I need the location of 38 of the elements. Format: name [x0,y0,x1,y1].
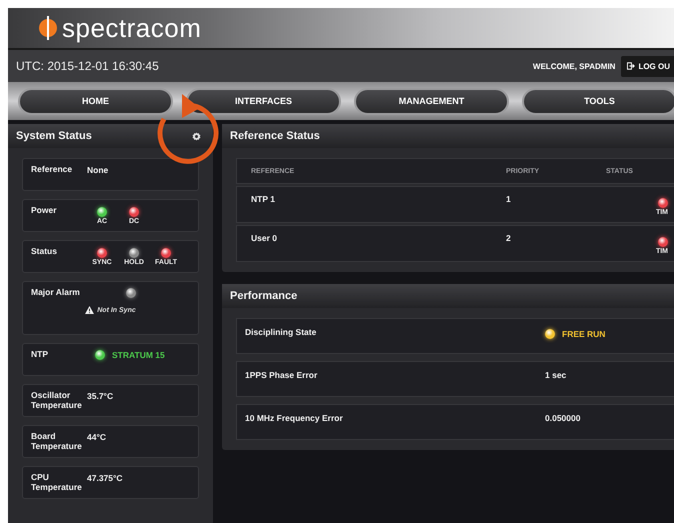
table-cell-text: User 0 [251,233,278,243]
table-cell-text: NTP 1 [251,194,276,204]
card-label: NTP [31,350,49,360]
panel-title: Performance [230,290,298,302]
warning-icon [85,306,94,314]
card-value: 35.7°C [87,391,114,401]
utc-clock: UTC: 2015-12-01 16:30:45 [16,59,159,73]
card-value: 47.375°C [87,473,123,483]
row-value: 0.050000 [545,413,580,423]
card-label: Power [31,206,58,216]
nav-button[interactable]: TOOLS [522,88,674,114]
table-cell-text: 2 [506,233,512,243]
card-label: Major Alarm [31,288,81,298]
logout-button[interactable]: LOG OU [621,56,674,76]
logo-text: spectracom [62,12,202,44]
panel-title: Reference Status [230,130,320,142]
card-value: None [87,165,108,175]
card-label: Board Temperature [31,432,81,452]
row-value: 1 sec [545,370,566,380]
panel-title: System Status [16,130,92,142]
logout-icon [627,62,636,70]
row-label: 1PPS Phase Error [245,370,318,380]
card-value: 44°C [87,432,106,442]
card-label: CPU Temperature [31,473,81,493]
logo-icon [38,15,58,41]
card-label: Reference [31,165,74,175]
card-value: STRATUM 15 [112,350,165,360]
table-cell-text: 1 [506,194,512,204]
row-label: Disciplining State [245,327,318,337]
settings-icon[interactable] [192,132,201,140]
row-label: 10 MHz Frequency Error [245,413,344,423]
nav-button[interactable]: HOME [18,88,173,114]
row-value: FREE RUN [562,329,606,339]
nav-button[interactable]: INTERFACES [186,88,341,114]
card-label: Oscillator Temperature [31,391,81,411]
card-label: Status [31,247,58,257]
welcome-text: WELCOME, SPADMIN [532,62,616,70]
nav-button[interactable]: MANAGEMENT [354,88,509,114]
